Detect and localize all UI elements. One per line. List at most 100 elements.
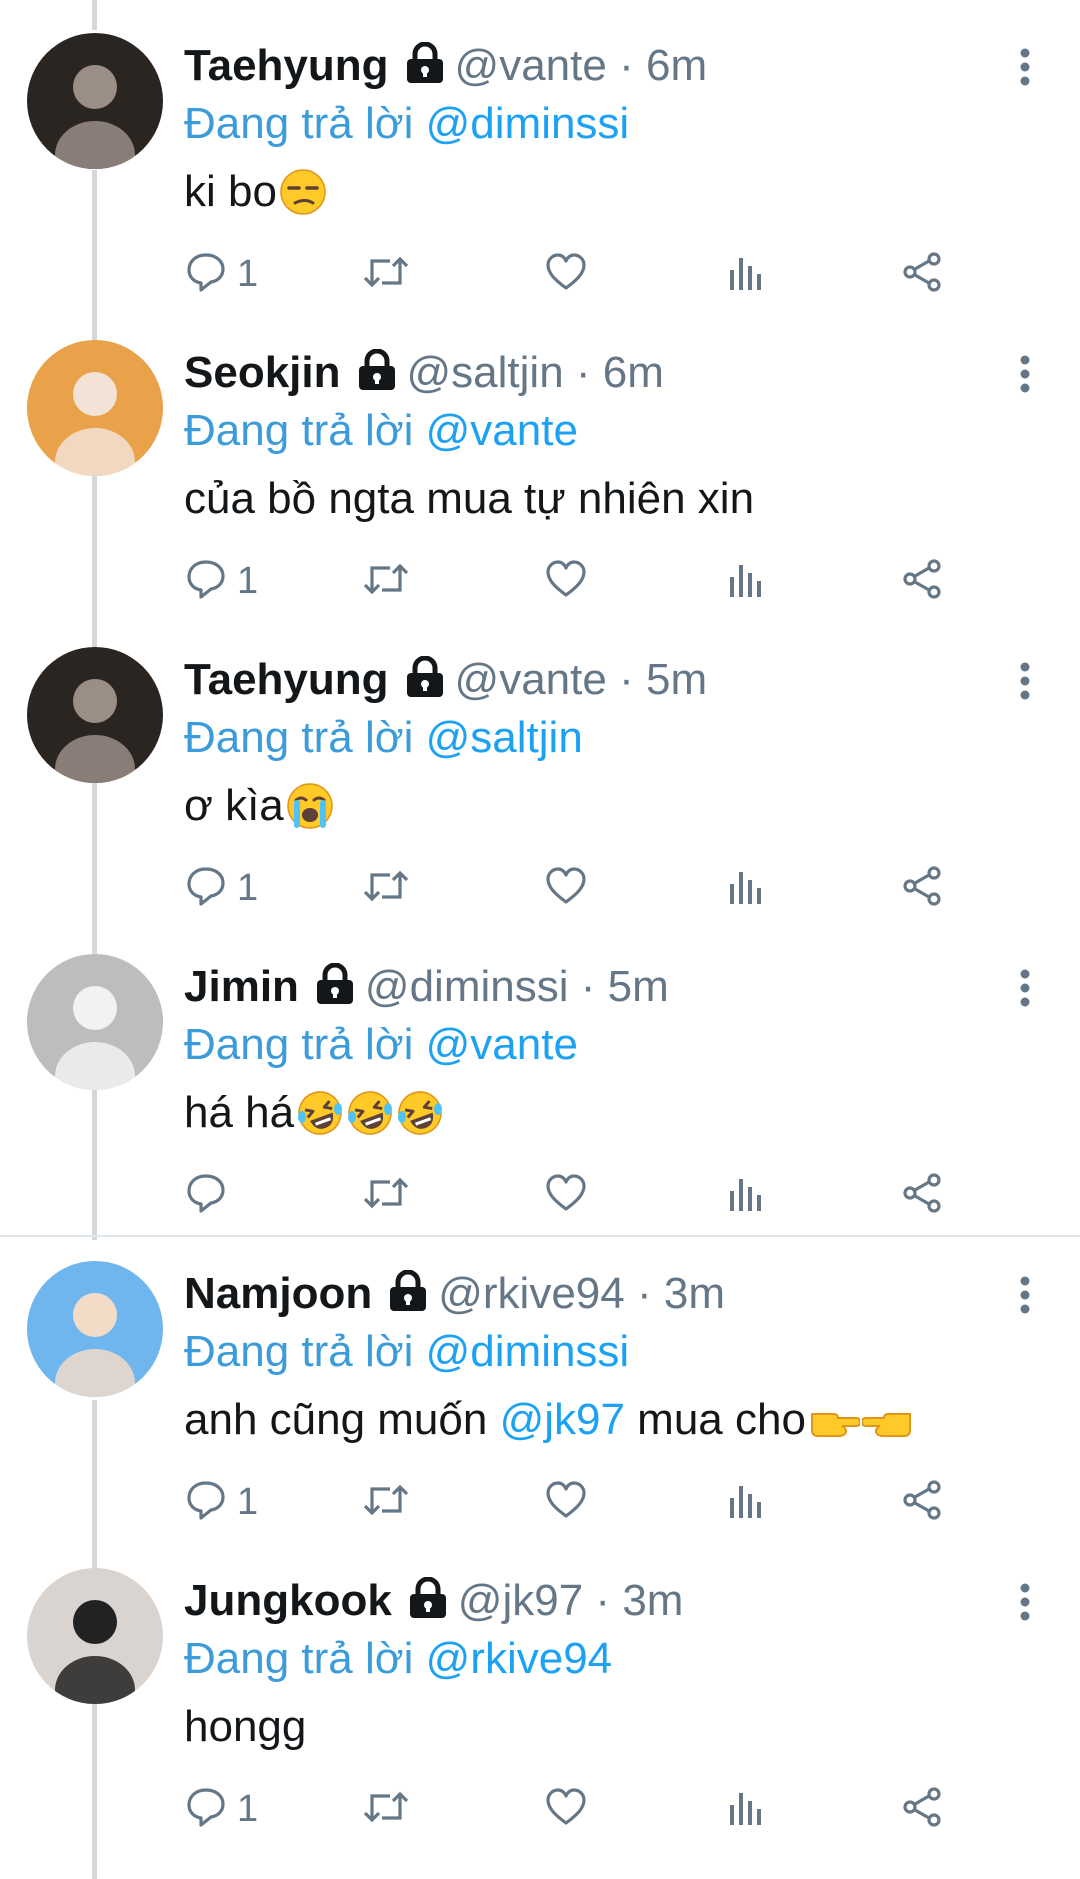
display-name[interactable]: Namjoon — [184, 1269, 372, 1318]
avatar[interactable] — [27, 340, 163, 476]
analytics-icon — [726, 1480, 762, 1525]
tweet[interactable]: Taehyung @vante · 5m Đang trả lời @saltjin… — [0, 614, 1080, 921]
display-name[interactable]: Taehyung — [184, 41, 389, 90]
display-name[interactable]: Seokjin — [184, 348, 341, 397]
more-vertical-icon[interactable] — [1010, 1582, 1040, 1622]
display-name[interactable]: Jungkook — [184, 1576, 392, 1625]
reply-icon — [185, 1479, 227, 1526]
tweet-text: của bồ ngta mua tự nhiên xin — [184, 471, 754, 527]
reply-button[interactable]: 1 — [185, 1787, 258, 1831]
retweet-button[interactable] — [362, 1480, 410, 1524]
retweet-button[interactable] — [362, 866, 410, 910]
tweet-actions: 1 — [0, 558, 1080, 603]
lock-icon — [357, 348, 397, 405]
avatar[interactable] — [27, 954, 163, 1090]
share-button[interactable] — [900, 865, 944, 912]
user-handle[interactable]: @rkive94 — [438, 1269, 625, 1318]
replying-to-mention[interactable]: @saltjin — [426, 713, 583, 762]
reply-icon — [185, 558, 227, 605]
retweet-button[interactable] — [362, 1173, 410, 1217]
user-handle[interactable]: @saltjin — [407, 348, 564, 397]
user-handle[interactable]: @vante — [455, 655, 607, 704]
replying-to-label: Đang trả lời — [184, 1634, 414, 1683]
tweet-text: hongg — [184, 1699, 306, 1755]
reply-count: 1 — [237, 867, 259, 909]
reply-button[interactable]: 1 — [185, 559, 258, 603]
reply-button[interactable] — [185, 1173, 237, 1217]
tweet-text-part: hongg — [184, 1702, 307, 1751]
analytics-icon — [726, 866, 762, 911]
timestamp[interactable]: 6m — [646, 41, 707, 90]
tweet-text-part: mua cho — [624, 1395, 806, 1444]
more-vertical-icon[interactable] — [1010, 968, 1040, 1008]
reply-button[interactable]: 1 — [185, 252, 258, 296]
share-button[interactable] — [900, 251, 944, 296]
timestamp[interactable]: 3m — [664, 1269, 725, 1318]
more-vertical-icon[interactable] — [1010, 661, 1040, 701]
retweet-button[interactable] — [362, 1787, 410, 1831]
user-handle[interactable]: @diminssi — [365, 962, 569, 1011]
separator-dot: · — [595, 1576, 611, 1625]
analytics-icon — [726, 559, 762, 604]
tweet-actions: 1 — [0, 865, 1080, 912]
more-vertical-icon[interactable] — [1010, 1275, 1040, 1315]
analytics-button[interactable] — [726, 1480, 762, 1524]
avatar[interactable] — [27, 1568, 163, 1704]
user-handle[interactable]: @vante — [455, 41, 607, 90]
replying-to-mention[interactable]: @diminssi — [426, 99, 630, 148]
timestamp[interactable]: 3m — [622, 1576, 683, 1625]
replying-to-label: Đang trả lời — [184, 99, 414, 148]
like-button[interactable] — [545, 252, 587, 296]
reply-button[interactable]: 1 — [185, 1480, 258, 1524]
replying-to-mention[interactable]: @diminssi — [426, 1327, 630, 1376]
avatar[interactable] — [27, 1261, 163, 1397]
analytics-button[interactable] — [726, 559, 762, 603]
replying-to: Đang trả lời @rkive94 — [184, 1633, 612, 1685]
like-button[interactable] — [545, 1173, 587, 1217]
retweet-button[interactable] — [362, 559, 410, 603]
analytics-button[interactable] — [726, 866, 762, 910]
share-button[interactable] — [900, 558, 944, 603]
tweet[interactable]: Seokjin @saltjin · 6m Đang trả lời @vante c… — [0, 307, 1080, 614]
replying-to-mention[interactable]: @vante — [426, 406, 578, 455]
like-button[interactable] — [545, 1480, 587, 1524]
share-icon — [900, 865, 944, 912]
unamused-face-emoji — [279, 168, 327, 230]
replying-to-label: Đang trả lời — [184, 1020, 414, 1069]
more-vertical-icon[interactable] — [1010, 47, 1040, 87]
tweet-text-part: ki bo — [184, 167, 277, 216]
tweet[interactable]: Jungkook @jk97 · 3m Đang trả lời @rkive94 h… — [0, 1535, 1080, 1842]
analytics-button[interactable] — [726, 252, 762, 296]
share-button[interactable] — [900, 1479, 944, 1524]
tweet-text-part: ơ kìa — [184, 781, 284, 830]
like-button[interactable] — [545, 866, 587, 910]
reply-button[interactable]: 1 — [185, 866, 258, 910]
replying-to-mention[interactable]: @rkive94 — [426, 1634, 613, 1683]
separator-dot: · — [619, 41, 634, 90]
replying-to: Đang trả lời @vante — [184, 1019, 578, 1071]
tweet[interactable]: Namjoon @rkive94 · 3m Đang trả lời @dimins… — [0, 1228, 1080, 1535]
tweet[interactable]: Taehyung @vante · 6m Đang trả lời @diminss… — [0, 0, 1080, 307]
display-name[interactable]: Jimin — [184, 962, 299, 1011]
display-name[interactable]: Taehyung — [184, 655, 389, 704]
avatar[interactable] — [27, 33, 163, 169]
analytics-button[interactable] — [726, 1173, 762, 1217]
tweet-actions: 1 — [0, 251, 1080, 296]
share-button[interactable] — [900, 1786, 944, 1831]
timestamp[interactable]: 5m — [646, 655, 707, 704]
like-button[interactable] — [545, 559, 587, 603]
user-handle[interactable]: @jk97 — [458, 1576, 583, 1625]
share-button[interactable] — [900, 1172, 944, 1217]
analytics-button[interactable] — [726, 1787, 762, 1831]
replying-to-mention[interactable]: @vante — [426, 1020, 578, 1069]
more-vertical-icon[interactable] — [1010, 354, 1040, 394]
timestamp[interactable]: 6m — [603, 348, 664, 397]
retweet-button[interactable] — [362, 252, 410, 296]
timestamp[interactable]: 5m — [608, 962, 669, 1011]
tweet[interactable]: Jimin @diminssi · 5m Đang trả lời @vante há… — [0, 921, 1080, 1228]
like-button[interactable] — [545, 1787, 587, 1831]
tweet-text: anh cũng muốn @jk97 mua cho — [184, 1392, 914, 1458]
replying-to-label: Đang trả lời — [184, 713, 414, 762]
avatar[interactable] — [27, 647, 163, 783]
tweet-mention[interactable]: @jk97 — [500, 1395, 625, 1444]
